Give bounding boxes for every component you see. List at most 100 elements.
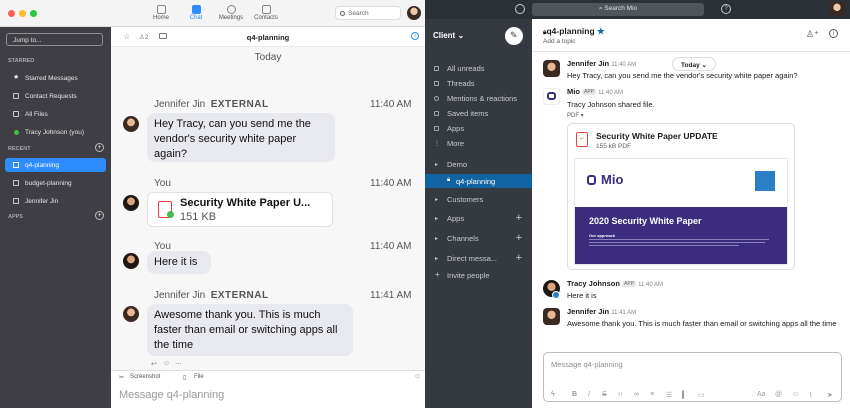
message-bubble: Awesome thank you. This is much faster t…: [147, 304, 353, 356]
file-attachment[interactable]: ⌐ Security White Paper UPDATE 155 kB PDF…: [567, 123, 795, 270]
close-window-button[interactable]: [8, 10, 15, 17]
avatar[interactable]: [123, 195, 139, 211]
mio-logo-icon[interactable]: [543, 88, 560, 105]
code-block-icon[interactable]: ▭: [698, 391, 705, 399]
text-format-icon[interactable]: Aa: [757, 391, 766, 398]
chat-icon: [191, 5, 201, 14]
sidebar-group-dms[interactable]: ▸ Direct messa... +: [425, 251, 532, 265]
message-input[interactable]: Message q4-planning: [551, 360, 623, 369]
info-icon[interactable]: i: [411, 32, 419, 40]
help-icon[interactable]: ?: [721, 4, 731, 14]
mention-icon[interactable]: @: [775, 391, 782, 398]
sender-label: Mio: [567, 87, 580, 96]
preview-text-line: [589, 239, 769, 240]
attach-icon[interactable]: ⌇: [809, 391, 812, 399]
jump-to-input[interactable]: Jump to...: [6, 33, 103, 46]
sidebar-item-more[interactable]: ⋮ More: [425, 136, 532, 150]
date-divider[interactable]: Today ⌄: [672, 57, 716, 71]
sidebar-item-q4-planning[interactable]: 🔒︎ q4-planning: [425, 174, 532, 188]
section-recent: RECENT: [8, 146, 31, 152]
screenshot-button[interactable]: Screenshot: [130, 374, 160, 380]
emoji-icon[interactable]: ☺: [163, 360, 170, 367]
file-attachment[interactable]: Security White Paper U... 151 KB: [147, 192, 333, 227]
search-box[interactable]: Search: [335, 6, 401, 20]
sidebar-item-mentions[interactable]: Mentions & reactions: [425, 91, 532, 105]
sidebar-item-threads[interactable]: Threads: [425, 76, 532, 90]
at-icon: [434, 96, 439, 101]
sidebar-item-all-unreads[interactable]: All unreads: [425, 61, 532, 75]
search-input[interactable]: ⌕ Search Mio: [532, 3, 704, 16]
sidebar-item-starred-messages[interactable]: ★ Starred Messages: [5, 71, 106, 85]
add-topic-link[interactable]: Add a topic: [543, 38, 576, 45]
message-text: Hey Tracy, can you send me the vendor's …: [567, 71, 798, 80]
sidebar-item-all-files[interactable]: All Files: [5, 107, 106, 121]
reply-icon[interactable]: ↩: [151, 360, 157, 368]
sidebar-item-apps[interactable]: Apps: [425, 121, 532, 135]
avatar[interactable]: [123, 253, 139, 269]
strikethrough-icon[interactable]: S: [602, 391, 607, 398]
workspace-name[interactable]: Client ⌄: [433, 31, 464, 40]
file-icon[interactable]: ▯: [183, 374, 186, 381]
message-bubble: Here it is: [147, 251, 211, 274]
sidebar-item-q4-planning[interactable]: q4-planning: [5, 158, 106, 172]
file-type-toggle[interactable]: PDF ▾: [567, 112, 584, 119]
preview-text-line: [589, 245, 739, 246]
new-message-button[interactable]: ✎: [505, 27, 523, 45]
emoji-icon[interactable]: ☺: [414, 373, 421, 380]
add-app-button[interactable]: +: [95, 211, 104, 220]
invite-people-link[interactable]: + Invite people: [425, 268, 532, 282]
add-recent-button[interactable]: +: [95, 143, 104, 152]
add-channel-button[interactable]: +: [516, 232, 522, 244]
sidebar-item-label: Starred Messages: [25, 75, 78, 82]
sidebar-item-jennifer-jin[interactable]: Jennifer Jin: [5, 194, 106, 208]
sidebar-item-customers[interactable]: ▸ Customers: [425, 192, 532, 206]
file-preview[interactable]: Mio 2020 Security White Paper Our approa…: [574, 158, 788, 265]
zoom-window-button[interactable]: [30, 10, 37, 17]
sidebar-group-channels[interactable]: ▸ Channels +: [425, 231, 532, 245]
numbered-list-icon[interactable]: ≡: [650, 391, 654, 398]
history-icon[interactable]: [515, 4, 525, 14]
avatar[interactable]: [543, 60, 560, 77]
avatar[interactable]: [830, 2, 844, 16]
bold-icon[interactable]: B: [572, 391, 577, 398]
page-title[interactable]: 🔒︎q4-planning ★: [543, 26, 605, 37]
code-icon[interactable]: ‹›: [618, 391, 623, 398]
italic-icon[interactable]: I: [588, 391, 590, 398]
group-icon: [13, 162, 19, 168]
sidebar-item-saved[interactable]: Saved items: [425, 106, 532, 120]
nav-home[interactable]: Home: [141, 3, 181, 21]
star-icon[interactable]: ★: [597, 26, 605, 36]
more-icon[interactable]: ⋯: [175, 360, 182, 368]
sidebar-item-budget-planning[interactable]: budget-planning: [5, 176, 106, 190]
contacts-icon: [261, 5, 271, 14]
nav-meetings[interactable]: Meetings: [211, 3, 251, 21]
send-icon[interactable]: ➤: [827, 391, 833, 399]
avatar[interactable]: [407, 6, 421, 20]
nav-contacts[interactable]: Contacts: [246, 3, 286, 21]
add-dm-button[interactable]: +: [516, 252, 522, 264]
nav-chat[interactable]: Chat: [176, 3, 216, 21]
sidebar-item-demo[interactable]: ▸ Demo: [425, 157, 532, 171]
emoji-icon[interactable]: ☺: [792, 391, 799, 398]
shortcuts-icon[interactable]: ϟ: [551, 391, 555, 398]
sidebar-item-contact-requests[interactable]: Contact Requests: [5, 89, 106, 103]
minimize-window-button[interactable]: [19, 10, 26, 17]
quote-icon[interactable]: ▍: [682, 391, 687, 399]
message-input[interactable]: Message q4-planning: [119, 389, 224, 401]
avatar[interactable]: [123, 306, 139, 322]
file-button[interactable]: File: [194, 374, 204, 380]
info-icon[interactable]: i: [829, 29, 838, 38]
avatar[interactable]: [123, 116, 139, 132]
scissors-icon[interactable]: ✂: [119, 374, 124, 381]
message-composer[interactable]: Message q4-planning ϟ B I S ‹› ∞ ≡ ☰ ▍ ▭…: [543, 352, 842, 402]
slack-topbar: ⌕ Search Mio ?: [425, 0, 850, 19]
date-label: Today: [681, 62, 700, 69]
link-icon[interactable]: ∞: [634, 391, 639, 398]
sidebar-group-apps[interactable]: ▸ Apps +: [425, 211, 532, 225]
add-app-button[interactable]: +: [516, 212, 522, 224]
bullet-list-icon[interactable]: ☰: [666, 391, 672, 399]
avatar[interactable]: [543, 308, 560, 325]
sidebar-item-self[interactable]: Tracy Johnson (you): [5, 125, 106, 139]
page-title: q4-planning: [246, 33, 290, 42]
add-member-icon[interactable]: ♙⁺: [806, 29, 819, 40]
